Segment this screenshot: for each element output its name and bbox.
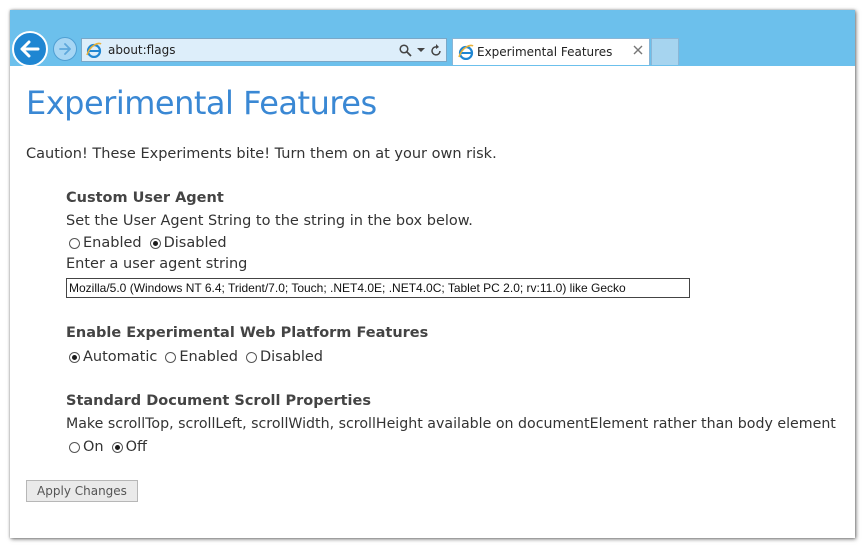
radio-user-agent-disabled[interactable] [149,237,161,249]
forward-button[interactable] [53,37,77,61]
radio-web-platform-enabled[interactable] [165,351,177,363]
radio-scroll-off[interactable] [111,441,123,453]
tab-title: Experimental Features [477,45,613,59]
address-text[interactable]: about:flags [108,43,175,57]
tab-experimental-features[interactable]: Experimental Features [452,38,650,65]
ie-logo-icon [458,44,474,60]
radio-user-agent-enabled[interactable] [69,237,80,249]
radio-label[interactable]: Disabled [164,235,227,251]
user-agent-input-label: Enter a user agent string [66,256,248,272]
ie-logo-icon [86,42,102,58]
dropdown-icon[interactable] [417,47,425,53]
refresh-icon[interactable] [430,43,442,57]
forward-arrow-icon [59,43,71,55]
close-icon[interactable] [633,45,643,55]
address-bar-icons [399,41,442,59]
radio-label[interactable]: Enabled [83,235,142,251]
user-agent-input[interactable]: Mozilla/5.0 (Windows NT 6.4; Trident/7.0… [66,278,690,298]
search-icon[interactable] [399,43,412,57]
section-title-web-platform: Enable Experimental Web Platform Feature… [66,325,429,341]
browser-toolbar: about:flags Experimental Features [10,10,855,67]
radio-label[interactable]: Automatic [83,349,157,365]
caution-text: Caution! These Experiments bite! Turn th… [26,146,497,162]
page-title: Experimental Features [26,84,377,122]
radio-label[interactable]: On [83,439,104,455]
apply-changes-button[interactable]: Apply Changes [26,480,138,502]
back-arrow-icon [20,40,40,58]
browser-window: about:flags Experimental Features Experi… [10,10,855,538]
scroll-properties-radio-group: On Off [69,438,155,456]
back-button[interactable] [12,31,48,67]
section-title-scroll-properties: Standard Document Scroll Properties [66,393,371,409]
radio-label[interactable]: Off [126,439,147,455]
radio-label[interactable]: Enabled [179,349,238,365]
user-agent-radio-group: Enabled Disabled [69,234,235,252]
new-tab-button[interactable] [651,38,679,65]
section-desc-user-agent: Set the User Agent String to the string … [66,213,473,229]
section-desc-scroll-properties: Make scrollTop, scrollLeft, scrollWidth,… [66,416,836,432]
radio-web-platform-automatic[interactable] [69,351,80,363]
web-platform-radio-group: Automatic Enabled Disabled [69,348,331,366]
section-title-user-agent: Custom User Agent [66,190,224,206]
radio-scroll-on[interactable] [69,441,80,453]
address-bar[interactable]: about:flags [81,38,447,62]
radio-label[interactable]: Disabled [260,349,323,365]
radio-web-platform-disabled[interactable] [245,351,257,363]
